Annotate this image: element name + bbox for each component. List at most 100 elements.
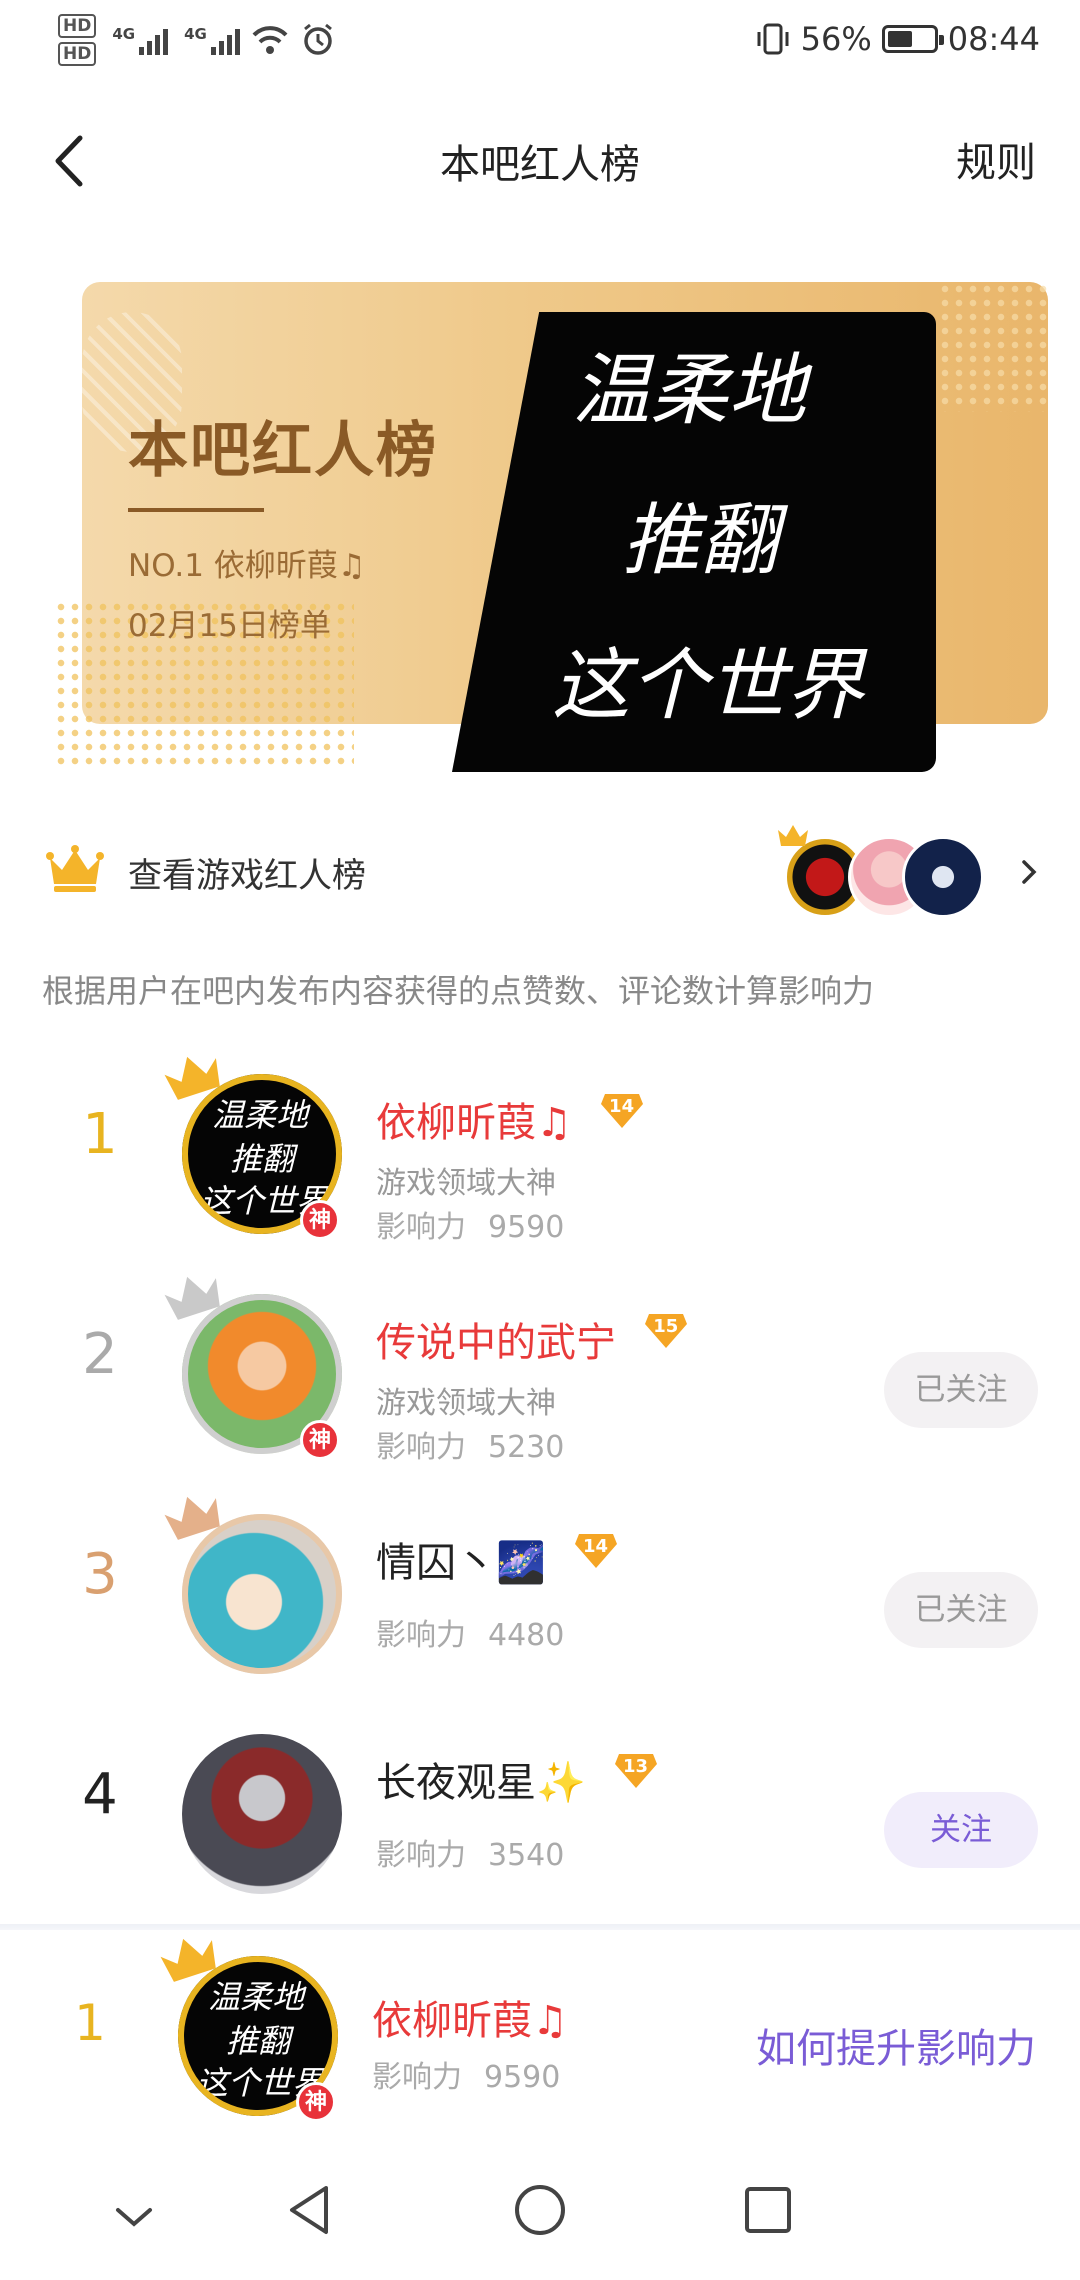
followed-button[interactable]: 已关注 [884,1572,1038,1648]
rank-item-1[interactable]: 1 温柔地 推翻 这个世界 神 依柳昕葭♫ 14 游戏领域大神 影响力 9590 [0,1040,1080,1245]
influence-label: 影响力 [376,1210,466,1245]
avatar-art-line-1: 温柔地 [212,1096,311,1134]
banner-divider [128,508,264,512]
banner-top-user: NO.1 依柳昕葭♫ [128,548,366,584]
rank-number: 2 [82,1322,118,1387]
clock: 08:44 [947,20,1040,58]
my-username[interactable]: 依柳昕葭♫ [372,1988,568,2046]
rank-number: 3 [82,1542,118,1607]
god-badge: 神 [300,1420,340,1460]
influence-value: 3540 [488,1838,565,1873]
home-circle-icon[interactable] [512,2182,568,2238]
ranking-description: 根据用户在吧内发布内容获得的点赞数、评论数计算影响力 [42,972,875,1010]
network1-label: 4G [112,25,136,43]
game-ranking-label: 查看游戏红人榜 [128,856,366,896]
status-right: 56% 08:44 [755,20,1040,58]
battery-percent: 56% [800,20,872,58]
crown-icon [778,825,808,846]
god-badge: 神 [300,1200,340,1240]
influence-row: 影响力 9590 [376,1202,564,1246]
crown-icon [46,845,104,892]
avatar[interactable] [182,1734,342,1894]
influence-label: 影响力 [376,1430,466,1465]
banner-date: 02月15日榜单 [128,608,331,644]
rules-button[interactable]: 规则 [956,130,1036,188]
influence-value: 9590 [484,2060,561,2095]
hd-indicators: HD HD [58,14,97,66]
battery-icon [881,25,944,53]
chevron-down-icon[interactable] [112,2202,156,2232]
how-to-improve-link[interactable]: 如何提升影响力 [756,2016,1036,2074]
avatar-art-line-2: 推翻 [230,1140,299,1178]
username-text: 依柳昕葭♫ [376,1100,572,1146]
ranking-banner[interactable]: 本吧红人榜 NO.1 依柳昕葭♫ 02月15日榜单 温柔地 推翻 这个世界 [54,282,1048,772]
rank-item-3[interactable]: 3 情囚丶🌌 14 影响力 4480 已关注 [0,1480,1080,1680]
level-value: 14 [583,1536,609,1557]
followed-button[interactable]: 已关注 [884,1352,1038,1428]
game-ranking-link[interactable]: 查看游戏红人榜 [0,820,1080,920]
crown-icon [164,1496,220,1540]
level-value: 15 [653,1316,679,1337]
rank-number: 4 [82,1762,118,1827]
user-title: 游戏领域大神 [376,1386,556,1421]
system-nav-bar [0,2150,1080,2280]
handwriting-artwork: 温柔地 推翻 这个世界 [552,346,868,731]
user-title: 游戏领域大神 [376,1166,556,1201]
follow-button[interactable]: 关注 [884,1792,1038,1868]
level-value: 13 [623,1756,649,1777]
art-line-1: 温柔地 [572,346,813,436]
influence-row: 影响力 9590 [372,2052,560,2096]
page-title: 本吧红人榜 [440,142,640,188]
top-app-bar: 本吧红人榜 规则 [0,110,1080,210]
rank-number: 1 [82,1102,118,1167]
influence-row: 影响力 3540 [376,1830,564,1874]
influence-label: 影响力 [376,1838,466,1873]
crown-icon [164,1056,220,1100]
vibrate-icon [757,23,789,55]
my-rank-number: 1 [74,1994,106,2052]
back-triangle-icon[interactable] [284,2182,334,2238]
influence-row: 影响力 5230 [376,1422,564,1466]
level-badge: 14 [599,1090,645,1130]
game-ranking-avatars [778,825,984,920]
hd1-badge: HD [58,14,97,38]
art-line-2: 推翻 [622,496,789,586]
rank-item-4[interactable]: 4 长夜观星✨ 13 影响力 3540 关注 [0,1700,1080,1900]
level-value: 14 [609,1096,635,1117]
avatar-art-line-1: 温柔地 [208,1978,307,2016]
banner-decoration-dots [938,282,1048,412]
avatar [902,836,984,918]
recents-square-icon[interactable] [742,2184,794,2236]
username[interactable]: 情囚丶🌌 14 [376,1530,619,1588]
signal2-icon: 4G [184,25,240,55]
hot-ranking-page: HD HD 4G 4G 56% 08:44 本吧红人榜 规则 本吧红人榜 NO.… [0,0,1080,2280]
crown-icon [160,1938,216,1982]
hd2-badge: HD [58,42,97,66]
art-line-3: 这个世界 [552,641,868,731]
username-text: 传说中的武宁 [376,1320,616,1366]
status-left: HD HD 4G 4G [58,14,336,66]
level-badge: 13 [613,1750,659,1790]
my-rank-bar: 1 温柔地 推翻 这个世界 神 依柳昕葭♫ 影响力 9590 如何提升影响力 [0,1930,1080,2140]
level-badge: 15 [643,1310,689,1350]
influence-label: 影响力 [376,1618,466,1653]
status-bar: HD HD 4G 4G 56% 08:44 [0,0,1080,90]
influence-label: 影响力 [372,2060,462,2095]
god-badge: 神 [296,2082,336,2122]
network2-label: 4G [184,25,207,43]
influence-value: 5230 [488,1430,565,1465]
username-text: 情囚丶🌌 [376,1540,546,1586]
rank-item-2[interactable]: 2 神 传说中的武宁 15 游戏领域大神 影响力 5230 已关注 [0,1260,1080,1465]
influence-value: 9590 [488,1210,565,1245]
alarm-icon [303,23,332,55]
username[interactable]: 传说中的武宁 15 [376,1310,689,1368]
username[interactable]: 依柳昕葭♫ 14 [376,1090,645,1148]
influence-value: 4480 [488,1618,565,1653]
username[interactable]: 长夜观星✨ 13 [376,1750,659,1808]
level-badge: 14 [573,1530,619,1570]
wifi-icon [252,26,288,54]
signal1-icon: 4G [112,25,169,55]
username-text: 长夜观星✨ [376,1760,586,1806]
banner-title: 本吧红人榜 [128,416,438,486]
top-user-artwork: 温柔地 推翻 这个世界 [452,312,936,772]
